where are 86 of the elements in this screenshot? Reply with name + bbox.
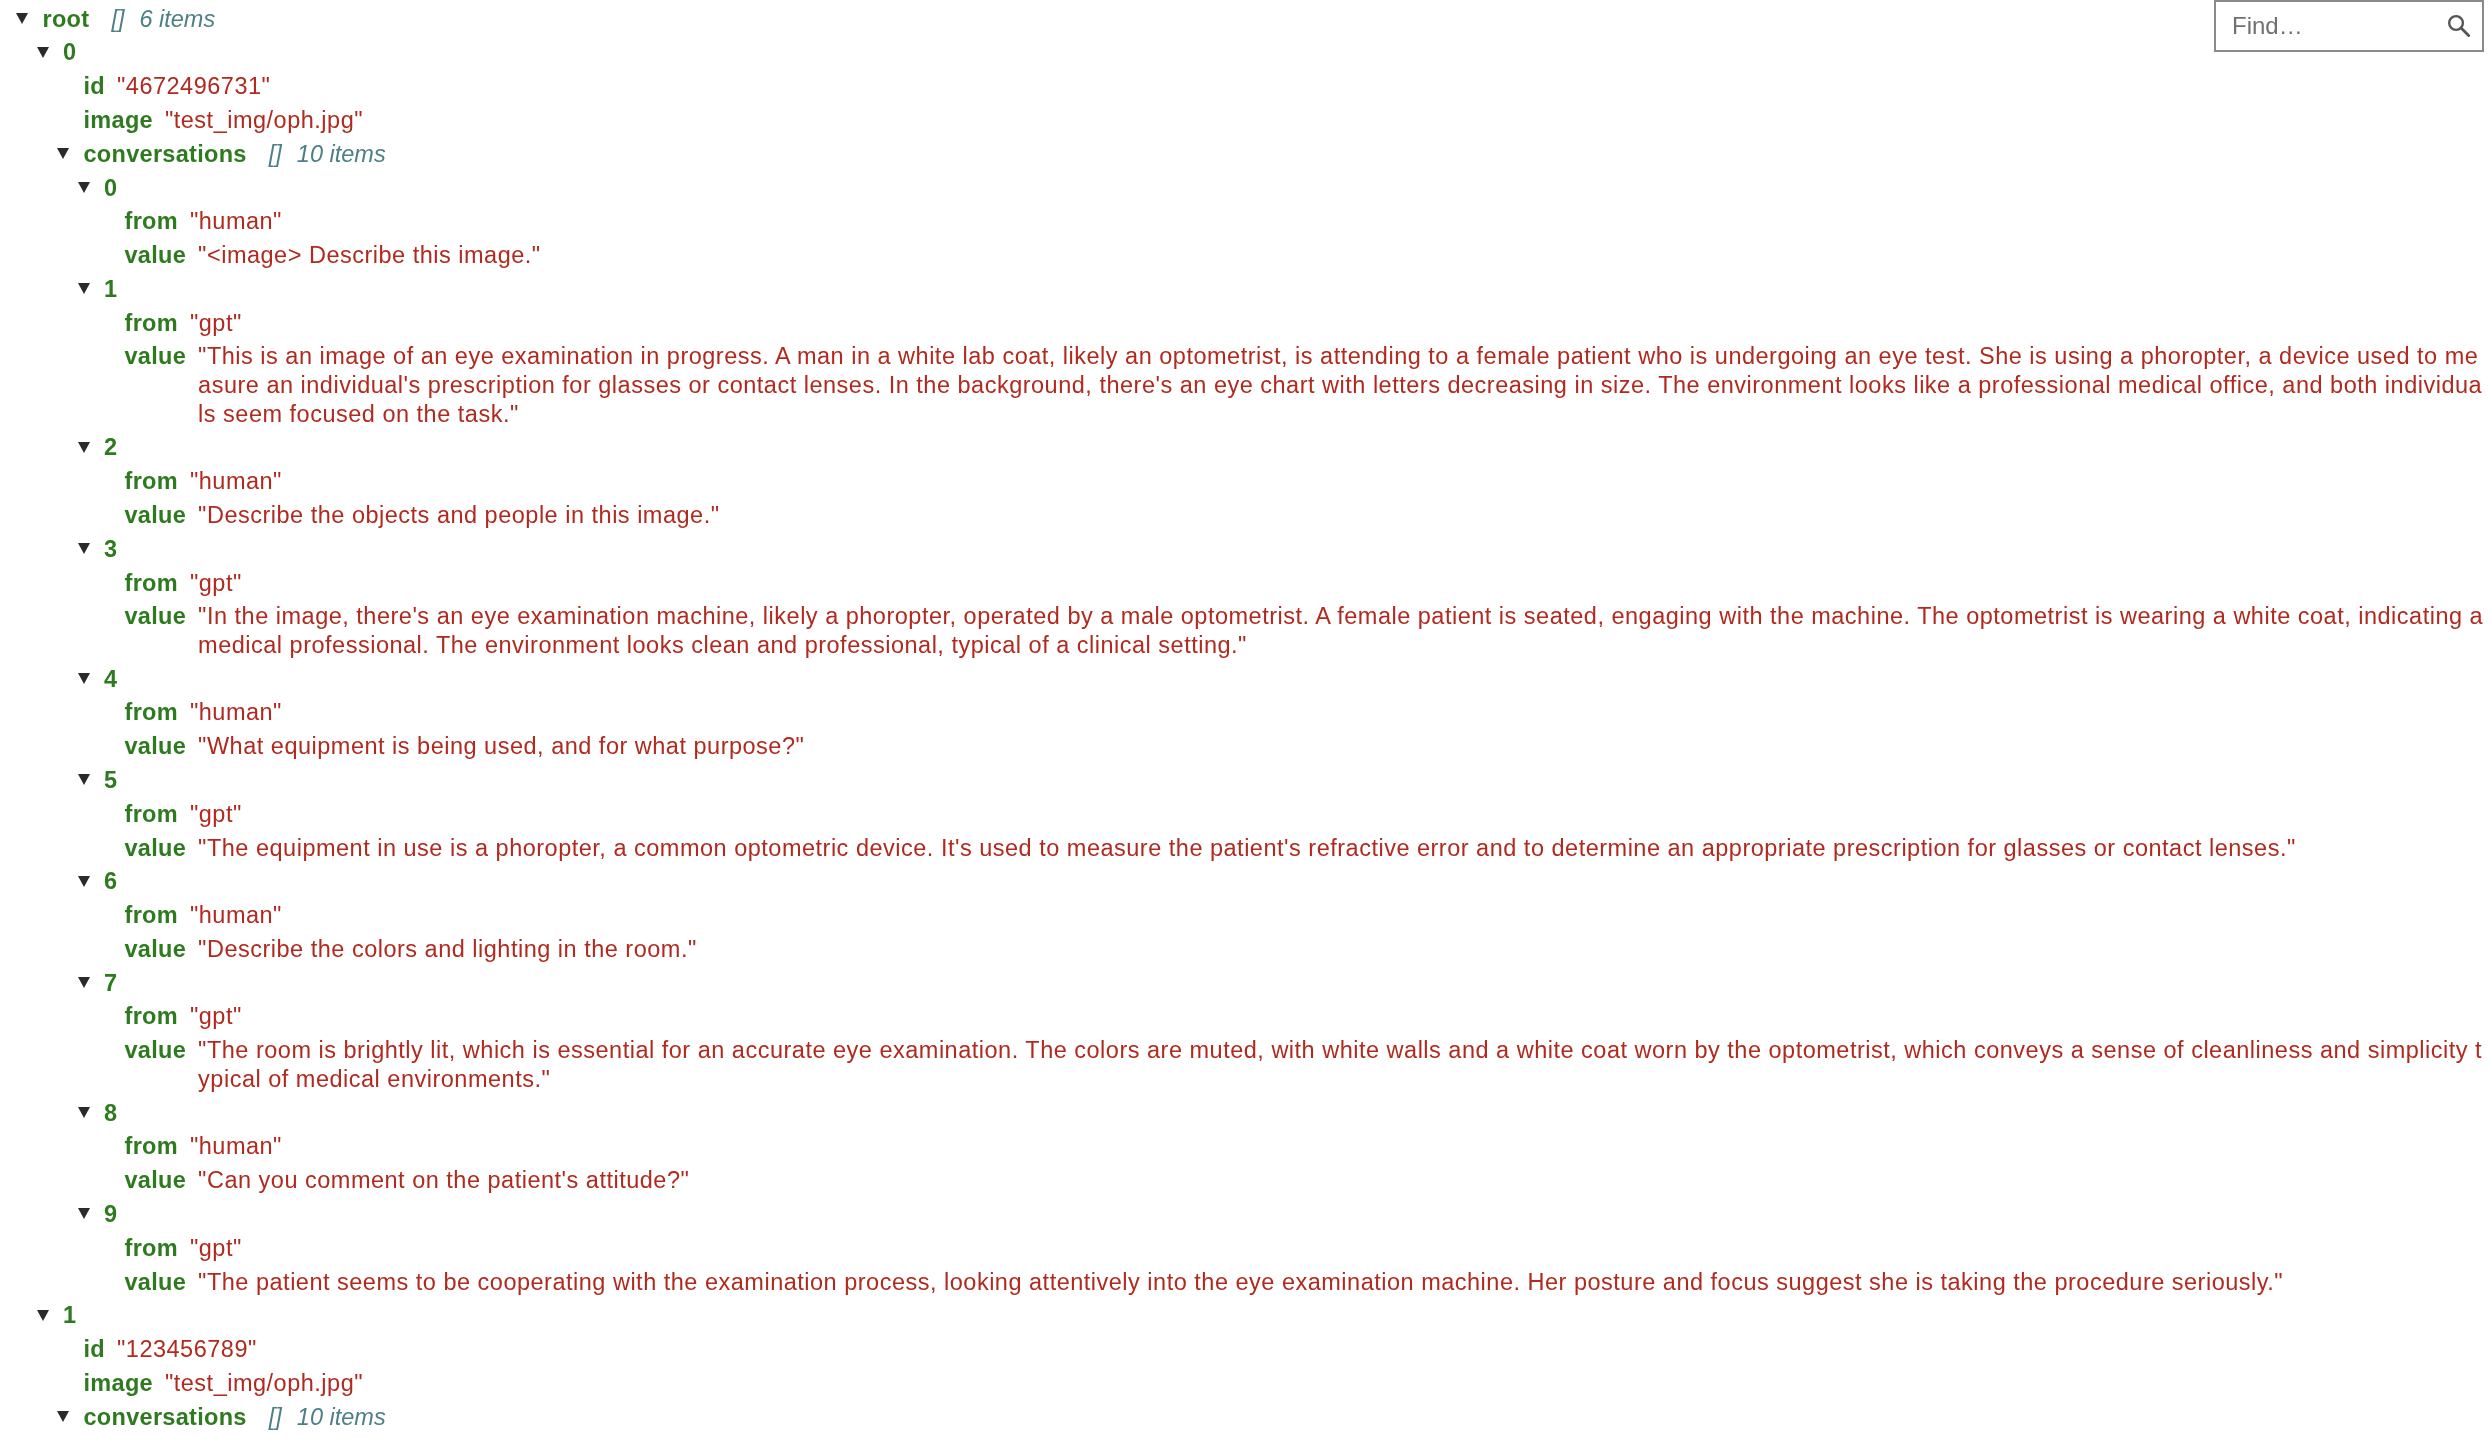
string-value: "test_img/oph.jpg"	[164, 105, 364, 135]
key-label: 5	[104, 766, 118, 795]
key-label: from	[124, 1002, 178, 1032]
key-label: 4	[104, 664, 118, 694]
key-label: image	[83, 1368, 153, 1398]
string-value: "4672496731"	[117, 72, 271, 101]
string-value: "human"	[189, 467, 282, 496]
key-label: value	[124, 732, 187, 761]
down-triangle-icon[interactable]	[16, 12, 28, 24]
key-label: value	[124, 500, 187, 530]
search-icon	[2448, 15, 2470, 37]
search-field[interactable]: Find…	[2214, 0, 2484, 52]
string-value: "The patient seems to be cooperating with the examination process, looking attentively into the eye examination machine. Her posture and focus suggest she is taking the procedure seriously."	[198, 1267, 2284, 1297]
string-value: "In the image, there's an eye examination machine, likely a phoropter, operated by a male optometrist. A female patient is seated, engaging with the machine. The optometrist is wearing a white coat, indicating a medical professional. The environment looks clean and professional, typical of a clinical setting."	[198, 602, 2485, 660]
type-label: []	[111, 4, 125, 34]
down-triangle-icon[interactable]	[77, 543, 90, 554]
string-value: "gpt"	[189, 568, 242, 598]
type-label: []	[268, 139, 282, 169]
key-label: from	[124, 1233, 178, 1263]
down-triangle-icon[interactable]	[77, 672, 90, 684]
key-label: 0	[63, 38, 77, 67]
string-value: "gpt"	[189, 799, 242, 829]
down-triangle-icon[interactable]	[57, 148, 69, 159]
key-label: value	[124, 833, 187, 863]
key-label: value	[124, 602, 187, 631]
key-label: value	[124, 1166, 187, 1195]
key-label: 8	[104, 1098, 118, 1128]
key-label: id	[83, 72, 105, 101]
key-label: conversations	[83, 1402, 247, 1432]
key-label: from	[124, 698, 178, 728]
key-label: 6	[104, 867, 118, 896]
string-value: "123456789"	[117, 1335, 257, 1364]
down-triangle-icon[interactable]	[77, 977, 90, 988]
string-value: "human"	[189, 1132, 282, 1161]
down-triangle-icon[interactable]	[77, 875, 90, 887]
string-value: "human"	[189, 698, 282, 728]
down-triangle-icon[interactable]	[36, 1309, 49, 1321]
key-label: from	[124, 308, 178, 338]
type-label: []	[268, 1402, 282, 1432]
key-label: 3	[104, 534, 118, 564]
key-label: 7	[104, 968, 118, 998]
key-label: value	[124, 241, 187, 270]
key-label: value	[124, 1267, 187, 1297]
string-value: "gpt"	[189, 308, 242, 338]
key-label: from	[124, 799, 178, 829]
string-value: "Describe the colors and lighting in the room."	[198, 934, 697, 964]
string-value: "Can you comment on the patient's attitude?"	[198, 1166, 690, 1195]
key-label: from	[124, 467, 178, 496]
key-label: value	[124, 934, 187, 964]
string-value: "This is an image of an eye examination in progress. A man in a white lab coat, likely an optometrist, is attending to a female patient who is undergoing an eye test. She is using a phoropter, a device used to measure an individual's prescription for glasses or contact lenses. In the background, there's an eye chart with letters decreasing in size. The environment looks like a professional medical office, and both individuals seem focused on the task."	[198, 342, 2484, 429]
key-label: value	[124, 342, 187, 371]
item-count: 10 items	[296, 139, 386, 169]
key-label: root	[42, 4, 90, 34]
key-label: from	[124, 1132, 178, 1161]
key-label: id	[83, 1335, 105, 1364]
key-label: from	[124, 207, 178, 236]
down-triangle-icon[interactable]	[57, 1410, 69, 1422]
string-value: "<image> Describe this image."	[198, 241, 541, 270]
key-label: 1	[63, 1301, 77, 1330]
string-value: "human"	[189, 901, 282, 930]
string-value: "gpt"	[189, 1002, 242, 1032]
down-triangle-icon[interactable]	[36, 46, 49, 58]
key-label: 0	[104, 173, 118, 203]
down-triangle-icon[interactable]	[77, 283, 90, 295]
string-value: "Describe the objects and people in this image."	[198, 500, 720, 530]
string-value: "The room is brightly lit, which is essential for an accurate eye examination. The colors are muted, with white walls and a white coat worn by the optometrist, which conveys a sense of cleanliness and simplicity typical of medical environments."	[198, 1036, 2484, 1094]
item-count: 10 items	[296, 1402, 386, 1432]
down-triangle-icon[interactable]	[77, 1106, 90, 1118]
key-label: from	[124, 901, 178, 930]
down-triangle-icon[interactable]	[77, 181, 90, 193]
key-label: conversations	[83, 139, 247, 169]
string-value: "gpt"	[189, 1233, 242, 1263]
down-triangle-icon[interactable]	[77, 1208, 90, 1220]
key-label: 9	[104, 1199, 118, 1229]
down-triangle-icon[interactable]	[77, 774, 90, 786]
key-label: image	[83, 105, 153, 135]
string-value: "human"	[189, 207, 282, 236]
string-value: "The equipment in use is a phoropter, a common optometric device. It's used to measure the patient's refractive error and to determine an appropriate prescription for glasses or contact lenses."	[198, 833, 2296, 863]
down-triangle-icon[interactable]	[77, 441, 90, 453]
key-label: 1	[104, 274, 118, 304]
key-label: from	[124, 568, 178, 598]
key-label: 2	[104, 433, 118, 462]
string-value: "What equipment is being used, and for what purpose?"	[198, 732, 805, 761]
item-count: 6 items	[139, 4, 216, 34]
string-value: "test_img/oph.jpg"	[164, 1368, 364, 1398]
key-label: value	[124, 1036, 187, 1065]
